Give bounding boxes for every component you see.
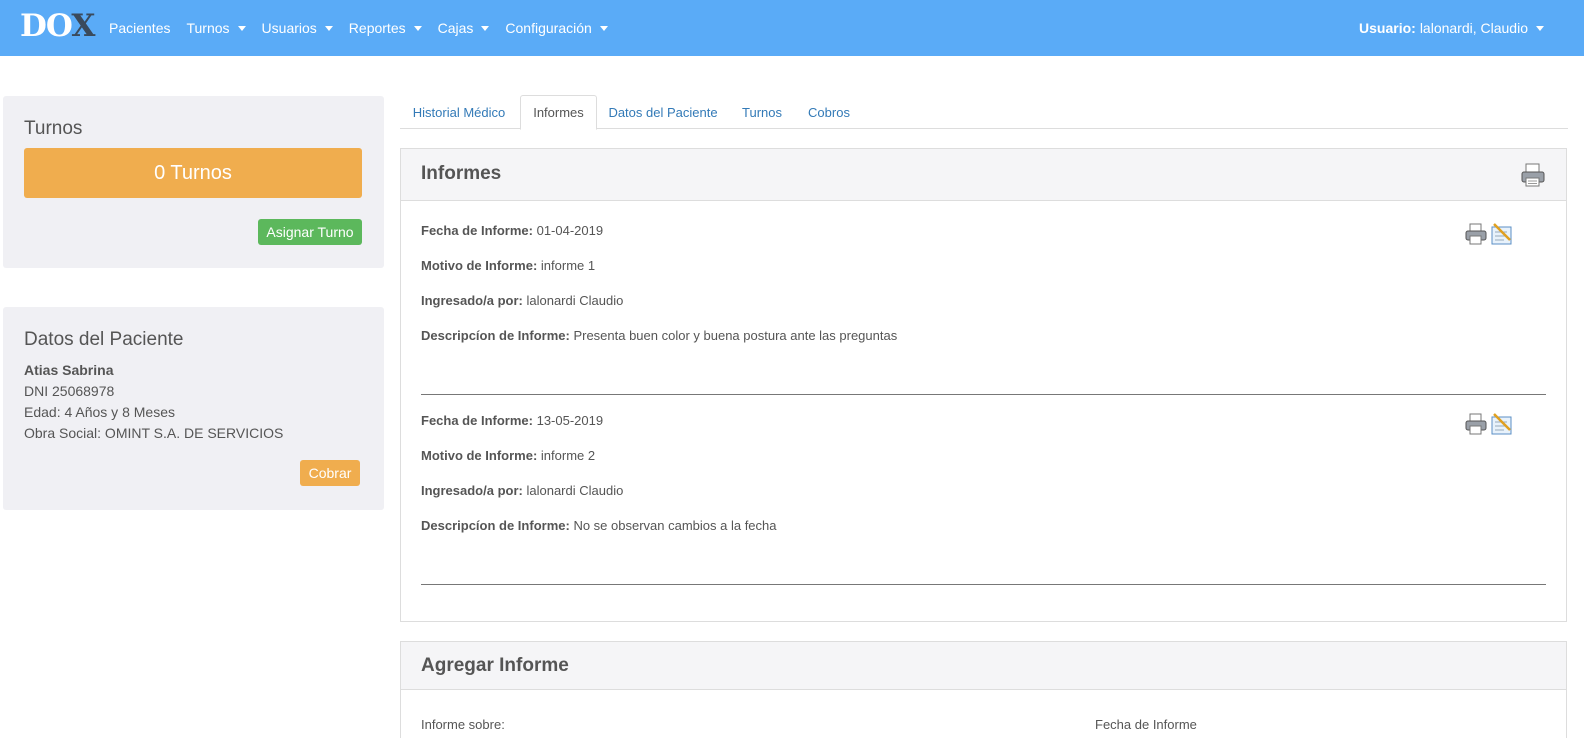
chevron-down-icon	[1536, 26, 1544, 31]
informes-card: Informes Fecha de Informe: 01-04-2019 Mo…	[400, 148, 1567, 622]
top-navbar: DOX Pacientes Turnos Usuarios Reportes C…	[0, 0, 1584, 56]
chevron-down-icon	[324, 26, 333, 31]
patient-title: Datos del Paciente	[24, 329, 184, 350]
turnos-count-badge: 0 Turnos	[24, 148, 362, 198]
informes-title: Informes	[421, 163, 502, 184]
agregar-header: Agregar Informe	[401, 642, 1566, 690]
patient-panel: Datos del Paciente Atias Sabrina DNI 250…	[3, 307, 384, 510]
user-name: lalonardi, Claudio	[1419, 20, 1528, 36]
user-menu[interactable]: Usuario: lalonardi, Claudio	[1359, 0, 1544, 56]
main-menu: Pacientes Turnos Usuarios Reportes Cajas…	[109, 0, 624, 56]
nav-usuarios[interactable]: Usuarios	[262, 20, 333, 36]
cobrar-button[interactable]: Cobrar	[300, 460, 360, 486]
agregar-informe-card: Agregar Informe Informe sobre: Fecha de …	[400, 641, 1567, 738]
patient-tabs: Historial Médico Informes Datos del Paci…	[400, 95, 1568, 130]
edit-icon[interactable]	[1490, 222, 1514, 246]
report-descripcion: Descripcíon de Informe: Presenta buen co…	[421, 328, 898, 343]
nav-reportes[interactable]: Reportes	[349, 20, 422, 36]
print-icon[interactable]	[1464, 222, 1488, 246]
report-divider	[421, 584, 1546, 585]
patient-insurance: Obra Social: OMINT S.A. DE SERVICIOS	[24, 425, 284, 441]
nav-configuracion[interactable]: Configuración	[505, 20, 608, 36]
chevron-down-icon	[599, 26, 608, 31]
agregar-title: Agregar Informe	[421, 655, 569, 676]
tab-datos-paciente[interactable]: Datos del Paciente	[602, 95, 724, 129]
report-divider	[421, 394, 1546, 395]
report-item: Fecha de Informe: 01-04-2019 Motivo de I…	[421, 222, 1546, 395]
fecha-informe-label: Fecha de Informe	[1095, 717, 1197, 732]
chevron-down-icon	[481, 26, 490, 31]
edit-icon[interactable]	[1490, 412, 1514, 436]
tab-informes[interactable]: Informes	[520, 95, 597, 130]
report-ingresado: Ingresado/a por: lalonardi Claudio	[421, 293, 624, 308]
report-fecha: Fecha de Informe: 01-04-2019	[421, 223, 604, 238]
patient-name: Atias Sabrina	[24, 362, 114, 378]
nav-turnos[interactable]: Turnos	[186, 20, 246, 36]
patient-info: Atias Sabrina DNI 25068978 Edad: 4 Años …	[24, 360, 283, 444]
print-icon[interactable]	[1464, 412, 1488, 436]
turnos-title: Turnos	[24, 118, 83, 139]
patient-dni: DNI 25068978	[24, 383, 115, 399]
assign-turno-button[interactable]: Asignar Turno	[258, 219, 362, 245]
chevron-down-icon	[413, 26, 422, 31]
user-label: Usuario:	[1359, 20, 1416, 36]
print-icon[interactable]	[1520, 163, 1546, 187]
report-item: Fecha de Informe: 13-05-2019 Motivo de I…	[421, 412, 1546, 585]
brand-logo[interactable]: DOX	[20, 8, 95, 44]
tab-turnos[interactable]: Turnos	[734, 95, 790, 129]
report-motivo: Motivo de Informe: informe 2	[421, 448, 596, 463]
nav-pacientes[interactable]: Pacientes	[109, 20, 170, 36]
chevron-down-icon	[237, 26, 246, 31]
informe-sobre-label: Informe sobre:	[421, 717, 505, 732]
report-fecha: Fecha de Informe: 13-05-2019	[421, 413, 604, 428]
report-ingresado: Ingresado/a por: lalonardi Claudio	[421, 483, 624, 498]
turnos-panel: Turnos 0 Turnos Asignar Turno	[3, 96, 384, 268]
patient-age: Edad: 4 Años y 8 Meses	[24, 404, 175, 420]
tab-cobros[interactable]: Cobros	[800, 95, 858, 129]
nav-cajas[interactable]: Cajas	[438, 20, 490, 36]
report-motivo: Motivo de Informe: informe 1	[421, 258, 596, 273]
report-descripcion: Descripcíon de Informe: No se observan c…	[421, 518, 777, 533]
informes-header: Informes	[401, 149, 1566, 201]
tab-historial[interactable]: Historial Médico	[400, 95, 518, 129]
